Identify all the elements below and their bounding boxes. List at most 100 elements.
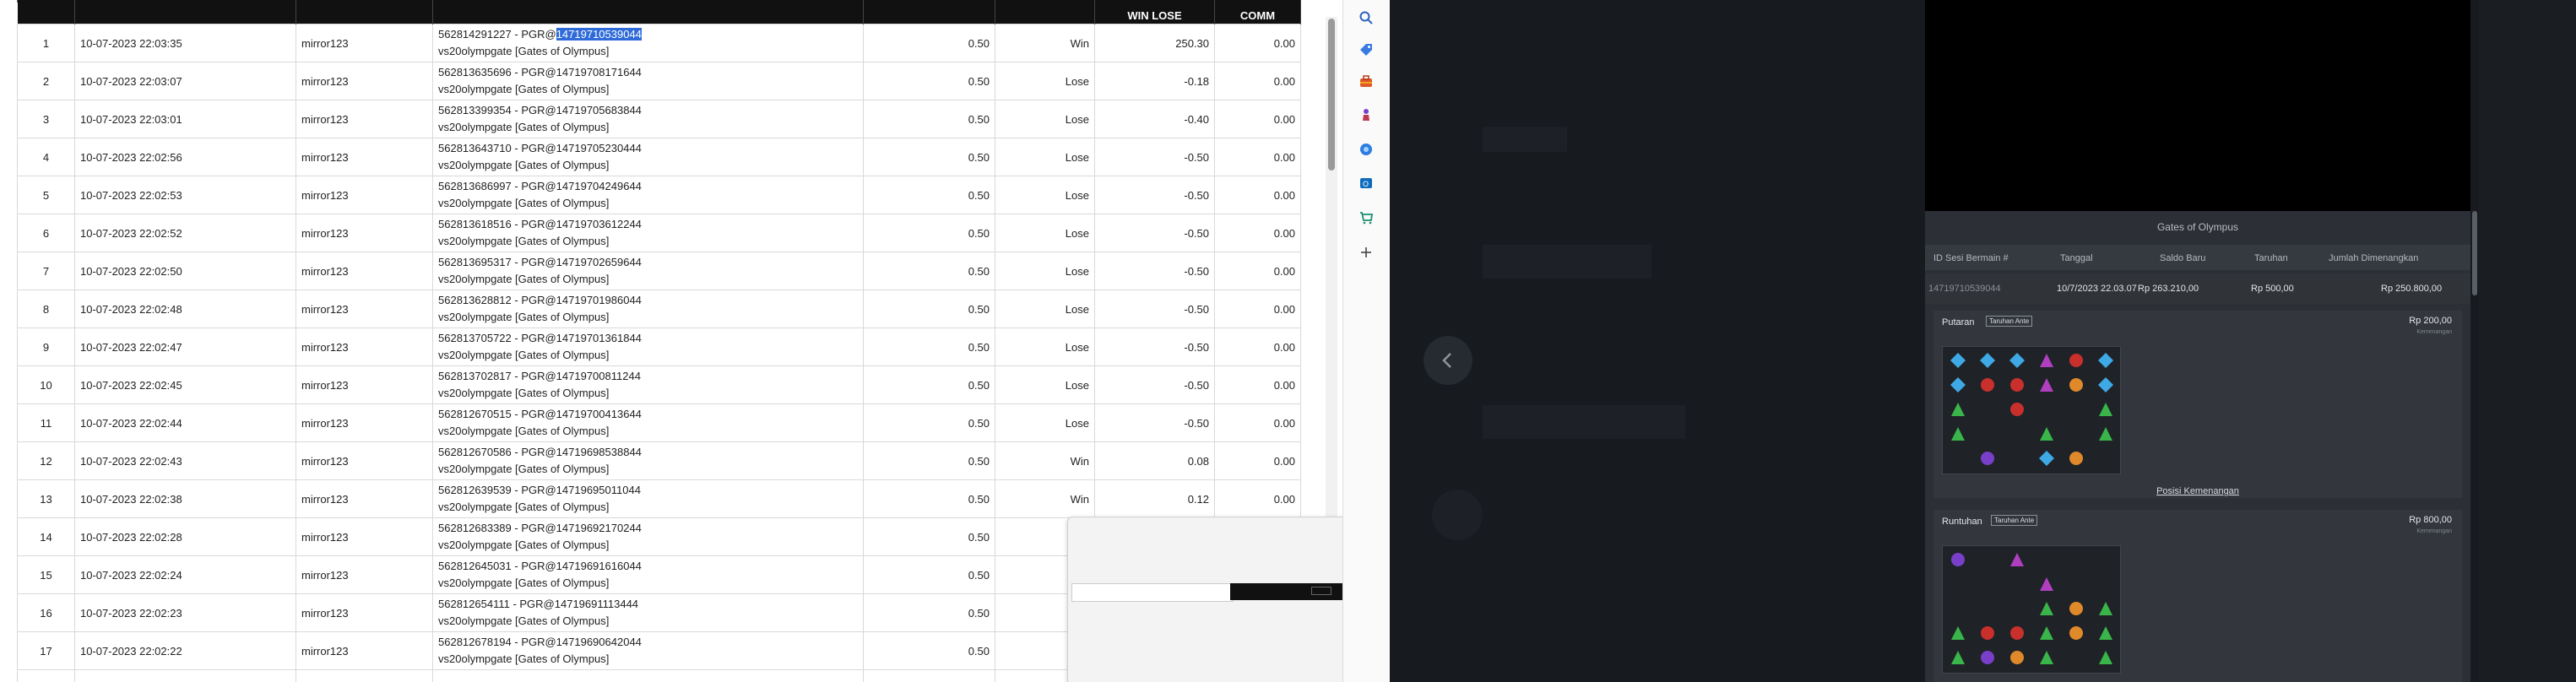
slot-symbol	[1979, 649, 1996, 666]
row-detail: 562813635696 - PGR@14719708171644 vs20oly…	[432, 62, 864, 100]
table-row[interactable]: 8 10-07-2023 22:02:48 mirror123 56281362881…	[17, 290, 1301, 328]
table-row[interactable]: 13 10-07-2023 22:02:38 mirror123 5628126395…	[17, 479, 1301, 518]
row-number: 7	[17, 252, 75, 290]
panel-scrollbar[interactable]	[2472, 211, 2477, 295]
slot-symbol	[1950, 376, 1966, 393]
slot-symbol	[2097, 425, 2114, 442]
detail-id: 562813702817 - PGR@14719700811244	[438, 370, 641, 382]
row-user: mirror123	[296, 62, 433, 100]
search-icon[interactable]	[1357, 8, 1375, 27]
row-bet: 0.50	[863, 631, 995, 670]
detail-line-1: 562812654111 - PGR@14719691113444	[438, 596, 858, 613]
row-status: Lose	[995, 100, 1095, 138]
row-user: mirror123	[296, 176, 433, 214]
row-user: mirror123	[296, 517, 433, 556]
row-win-lose: -0.40	[1094, 100, 1215, 138]
chess-icon[interactable]	[1357, 106, 1375, 125]
row-number	[17, 669, 75, 682]
row-user: mirror123	[296, 555, 433, 594]
tag-icon[interactable]	[1357, 41, 1375, 59]
slot-symbol	[2009, 376, 2026, 393]
table-header-row: WIN LOSE COMM	[17, 0, 1301, 24]
row-user: mirror123	[296, 138, 433, 176]
detail-game: vs20olympgate [Gates of Olympus]	[438, 463, 610, 475]
row-comm: 0.00	[1214, 252, 1301, 290]
detail-id: 562814291227 - PGR@	[438, 28, 556, 41]
row-comm: 0.00	[1214, 403, 1301, 442]
table-row[interactable]: 3 10-07-2023 22:03:01 mirror123 56281339935…	[17, 100, 1301, 138]
slot-symbol	[1979, 625, 1996, 641]
header-comm: COMM	[1214, 0, 1301, 24]
svg-text:O: O	[1363, 180, 1369, 188]
row-comm: 0.00	[1214, 214, 1301, 252]
row-detail: 562813695317 - PGR@14719702659644 vs20oly…	[432, 252, 864, 290]
scrollbar-thumb[interactable]	[1328, 19, 1335, 170]
table-row[interactable]: 2 10-07-2023 22:03:07 mirror123 56281363569…	[17, 62, 1301, 100]
row-date: 10-07-2023 22:02:45	[74, 365, 296, 404]
header-new-balance: Saldo Baru	[2160, 253, 2206, 263]
row-status: Lose	[995, 138, 1095, 176]
slot-symbol	[2068, 450, 2085, 467]
slot-symbol	[2009, 625, 2026, 641]
spin-label: Putaran	[1942, 317, 1975, 327]
slot-symbol	[2038, 450, 2055, 467]
row-win-lose: -0.50	[1094, 214, 1215, 252]
header-date	[74, 0, 296, 24]
table-row[interactable]: 12 10-07-2023 22:02:43 mirror123 5628126705…	[17, 441, 1301, 480]
detail-game: vs20olympgate [Gates of Olympus]	[438, 614, 610, 627]
background-blur-block	[1483, 245, 1651, 279]
row-date: 10-07-2023 22:02:24	[74, 555, 296, 594]
row-status: Lose	[995, 327, 1095, 366]
header-bet: Taruhan	[2254, 253, 2288, 263]
slot-symbol	[1950, 401, 1966, 418]
table-row[interactable]: 4 10-07-2023 22:02:56 mirror123 56281364371…	[17, 138, 1301, 176]
row-user: mirror123	[296, 365, 433, 404]
previous-image-button[interactable]	[1424, 336, 1472, 385]
cascade-label: Runtuhan	[1942, 517, 1982, 527]
row-status: Win	[995, 24, 1095, 62]
row-bet: 0.50	[863, 24, 995, 62]
row-bet: 0.50	[863, 593, 995, 632]
detail-id: 562813618516 - PGR@14719703612244	[438, 218, 642, 230]
table-row[interactable]: 11 10-07-2023 22:02:44 mirror123 5628126705…	[17, 403, 1301, 442]
detail-game: vs20olympgate [Gates of Olympus]	[438, 387, 610, 399]
add-icon[interactable]	[1357, 243, 1375, 262]
detail-id: 562812639539 - PGR@14719695011044	[438, 484, 641, 496]
row-status: Lose	[995, 214, 1095, 252]
row-bet: 0.50	[863, 441, 995, 480]
table-row[interactable]: 6 10-07-2023 22:02:52 mirror123 56281361851…	[17, 214, 1301, 252]
spin-section: Putaran Taruhan Ante Rp 200,00 Kemenanga…	[1933, 311, 2462, 498]
taskbar-thumbnail-popup[interactable]	[1067, 517, 1342, 682]
row-date: 10-07-2023 22:02:43	[74, 441, 296, 480]
slot-symbol	[1950, 625, 1966, 641]
cascade-section: Runtuhan Taruhan Ante Rp 800,00 Kemenang…	[1933, 510, 2462, 682]
row-date: 10-07-2023 22:02:28	[74, 517, 296, 556]
background-blur-block	[1483, 405, 1685, 439]
winning-position-link[interactable]: Posisi Kemenangan	[1933, 486, 2462, 496]
slot-symbol	[1979, 450, 1996, 467]
detail-id: 562812654111 - PGR@14719691113444	[438, 598, 639, 610]
briefcase-icon[interactable]	[1357, 73, 1375, 91]
outlook-icon[interactable]: O	[1357, 174, 1375, 192]
slot-symbol	[1950, 425, 1966, 442]
row-number: 15	[17, 555, 75, 594]
detail-game: vs20olympgate [Gates of Olympus]	[438, 159, 610, 171]
table-row[interactable]: 5 10-07-2023 22:02:53 mirror123 56281368699…	[17, 176, 1301, 214]
row-bet: 0.50	[863, 555, 995, 594]
slot-symbol	[2068, 625, 2085, 641]
row-detail: 562812670515 - PGR@14719700413644 vs20oly…	[432, 403, 864, 442]
table-row[interactable]: 1 10-07-2023 22:03:35 mirror123 56281429122…	[17, 24, 1301, 62]
reel-grid	[1942, 346, 2121, 474]
table-row[interactable]: 10 10-07-2023 22:02:45 mirror123 5628137028…	[17, 365, 1301, 404]
table-row[interactable]: 7 10-07-2023 22:02:50 mirror123 56281369531…	[17, 252, 1301, 290]
row-number: 10	[17, 365, 75, 404]
detail-id: 562812683389 - PGR@14719692170244	[438, 522, 642, 534]
cascade-sub: Kemenangan	[2416, 528, 2452, 534]
thumbnail-marker	[1311, 587, 1331, 595]
table-row[interactable]: 9 10-07-2023 22:02:47 mirror123 56281370572…	[17, 327, 1301, 366]
shopping-icon[interactable]	[1357, 208, 1375, 226]
header-detail	[432, 0, 864, 24]
row-comm: 0.00	[1214, 62, 1301, 100]
copilot-icon[interactable]	[1357, 140, 1375, 159]
thumbnail-preview-light[interactable]	[1071, 583, 1234, 602]
